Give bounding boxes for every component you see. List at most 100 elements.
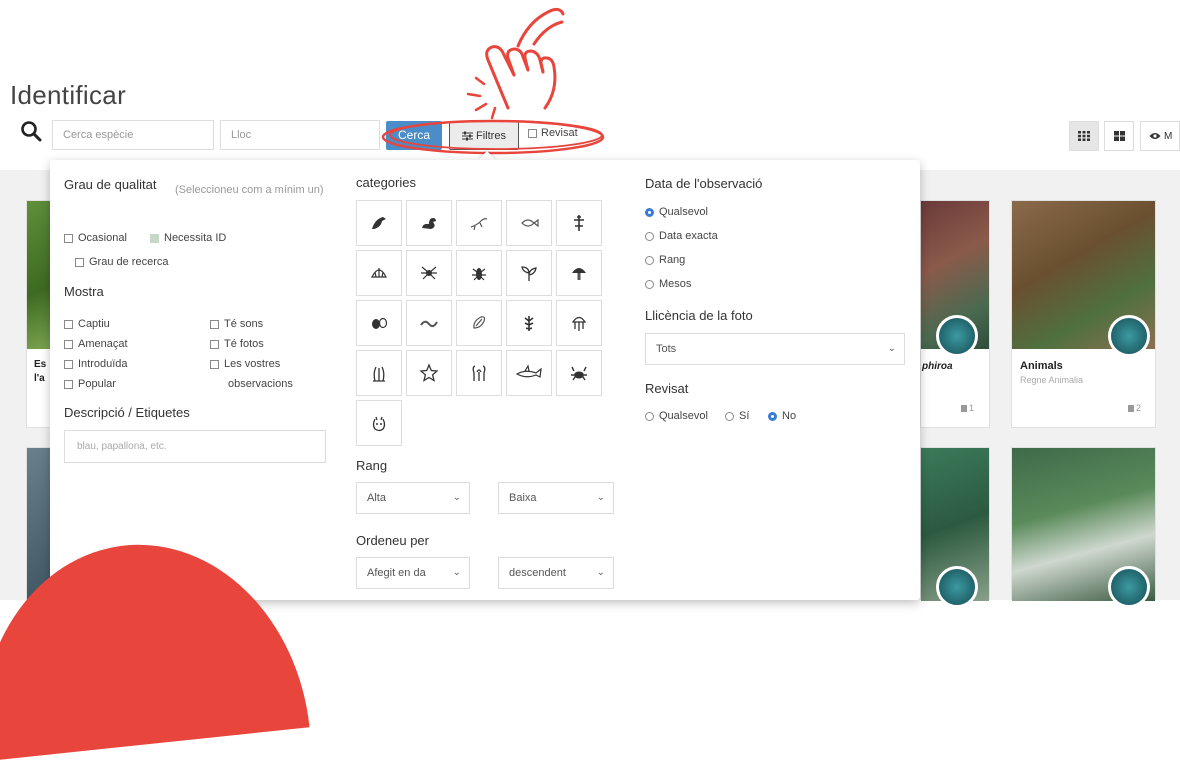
order-direction-select[interactable]: descendent ⌄ (498, 557, 614, 589)
fungus-icon[interactable] (556, 250, 602, 296)
other-icon[interactable] (356, 400, 402, 446)
date-option-any[interactable]: Qualsevol (645, 206, 708, 218)
insect-icon[interactable] (456, 250, 502, 296)
license-section-title: Llicència de la foto (645, 308, 753, 323)
eggs-icon[interactable] (356, 300, 402, 346)
option-label: Qualsevol (659, 206, 708, 218)
sample-option-threatened[interactable]: Amenaçat (64, 338, 128, 350)
date-option-months[interactable]: Mesos (645, 278, 691, 290)
sample-option-has-sounds[interactable]: Té sons (210, 318, 263, 330)
observation-card[interactable]: Animals Regne Animalia 2 (1011, 200, 1156, 428)
select-value: Alta (367, 492, 386, 504)
rank-low-select[interactable]: Baixa ⌄ (498, 482, 614, 514)
checkbox[interactable] (150, 233, 159, 243)
sample-option-your-observations[interactable]: Les vostres (210, 358, 280, 370)
user-avatar[interactable] (1108, 315, 1150, 357)
species-search-input[interactable]: Cerca espècie (52, 120, 214, 150)
tag-icon (961, 404, 967, 412)
duck-icon[interactable] (406, 200, 452, 246)
fish-icon[interactable] (506, 200, 552, 246)
reviewed-label: Revisat (541, 127, 578, 139)
sample-option-has-photos[interactable]: Té fotos (210, 338, 264, 350)
shark-icon[interactable] (506, 350, 552, 396)
checkbox[interactable] (210, 359, 219, 369)
sliders-icon (462, 131, 474, 140)
reviewed-option-yes[interactable]: Sí (725, 410, 749, 422)
checkbox[interactable] (64, 339, 73, 349)
radio[interactable] (645, 279, 654, 289)
reviewed-section-title: Revisat (645, 381, 689, 396)
page-title: Identificar (10, 80, 127, 110)
description-section-title: Descripció / Etiquetes (64, 405, 190, 420)
worm-icon[interactable] (406, 300, 452, 346)
observation-card[interactable] (920, 447, 990, 608)
radio[interactable] (725, 411, 734, 421)
tag-icon (1128, 404, 1134, 412)
coral-icon[interactable] (506, 300, 552, 346)
rank-high-select[interactable]: Alta ⌄ (356, 482, 470, 514)
checkbox[interactable] (210, 339, 219, 349)
sample-option-introduced[interactable]: Introduïda (64, 358, 128, 370)
radio[interactable] (645, 411, 654, 421)
quality-option-research[interactable]: Grau de recerca (75, 256, 168, 268)
chevron-down-icon: ⌄ (452, 567, 461, 578)
reviewed-option-any[interactable]: Qualsevol (645, 410, 708, 422)
checkbox[interactable] (64, 359, 73, 369)
checkbox[interactable] (64, 233, 73, 243)
seaweed-icon[interactable] (456, 300, 502, 346)
sample-option-captive[interactable]: Captiu (64, 318, 110, 330)
starfish-icon[interactable] (406, 350, 452, 396)
shell-icon[interactable] (356, 250, 402, 296)
date-option-range[interactable]: Rang (645, 254, 685, 266)
plant-icon[interactable] (506, 250, 552, 296)
reptile-icon[interactable] (556, 200, 602, 246)
sample-option-popular[interactable]: Popular (64, 378, 116, 390)
amphibian-icon[interactable] (456, 200, 502, 246)
jellyfish-icon[interactable] (556, 300, 602, 346)
categories-grid (356, 200, 602, 446)
reviewed-option-no[interactable]: No (768, 410, 796, 422)
grid-icon (1078, 131, 1090, 141)
quality-option-needs-id[interactable]: Necessita ID (150, 232, 226, 244)
map-view-button[interactable]: M (1140, 121, 1180, 151)
crab-icon[interactable] (556, 350, 602, 396)
sea-plant-icon[interactable] (356, 350, 402, 396)
radio[interactable] (645, 207, 654, 217)
date-option-exact[interactable]: Data exacta (645, 230, 718, 242)
reviewed-checkbox[interactable] (528, 128, 537, 138)
option-label: Qualsevol (659, 410, 708, 422)
option-label: Necessita ID (164, 232, 227, 244)
checkbox[interactable] (75, 257, 84, 267)
checkbox[interactable] (64, 379, 73, 389)
card-title: Animals (1020, 360, 1063, 372)
option-label: Data exacta (659, 230, 718, 242)
checkbox[interactable] (64, 319, 73, 329)
radio[interactable] (645, 255, 654, 265)
observation-card[interactable]: Es l'a (26, 200, 52, 428)
checkbox[interactable] (210, 319, 219, 329)
search-icon[interactable] (20, 120, 42, 142)
search-button[interactable]: Cerca (386, 121, 442, 150)
observation-card[interactable]: phiroa 1 (920, 200, 990, 428)
place-search-input[interactable]: Lloc (220, 120, 380, 150)
radio[interactable] (768, 411, 777, 421)
anemone-icon[interactable] (456, 350, 502, 396)
eye-icon (1149, 133, 1161, 139)
license-select[interactable]: Tots ⌄ (645, 333, 905, 365)
identifications-count: 1 (961, 403, 974, 413)
user-avatar[interactable] (1108, 566, 1150, 608)
quality-title: Grau de qualitat (64, 177, 157, 192)
quality-option-casual[interactable]: Ocasional (64, 232, 127, 244)
description-input[interactable]: blau, papallona, etc. (64, 430, 326, 463)
user-avatar[interactable] (936, 315, 978, 357)
large-grid-view-button[interactable] (1104, 121, 1134, 151)
spider-icon[interactable] (406, 250, 452, 296)
order-field-select[interactable]: Afegit en da ⌄ (356, 557, 470, 589)
filters-button[interactable]: Filtres (449, 121, 519, 150)
grid-view-button[interactable] (1069, 121, 1099, 151)
reviewed-toggle[interactable]: Revisat (528, 127, 578, 139)
radio[interactable] (645, 231, 654, 241)
observation-card[interactable] (1011, 447, 1156, 608)
bird-icon[interactable] (356, 200, 402, 246)
user-avatar[interactable] (936, 566, 978, 608)
